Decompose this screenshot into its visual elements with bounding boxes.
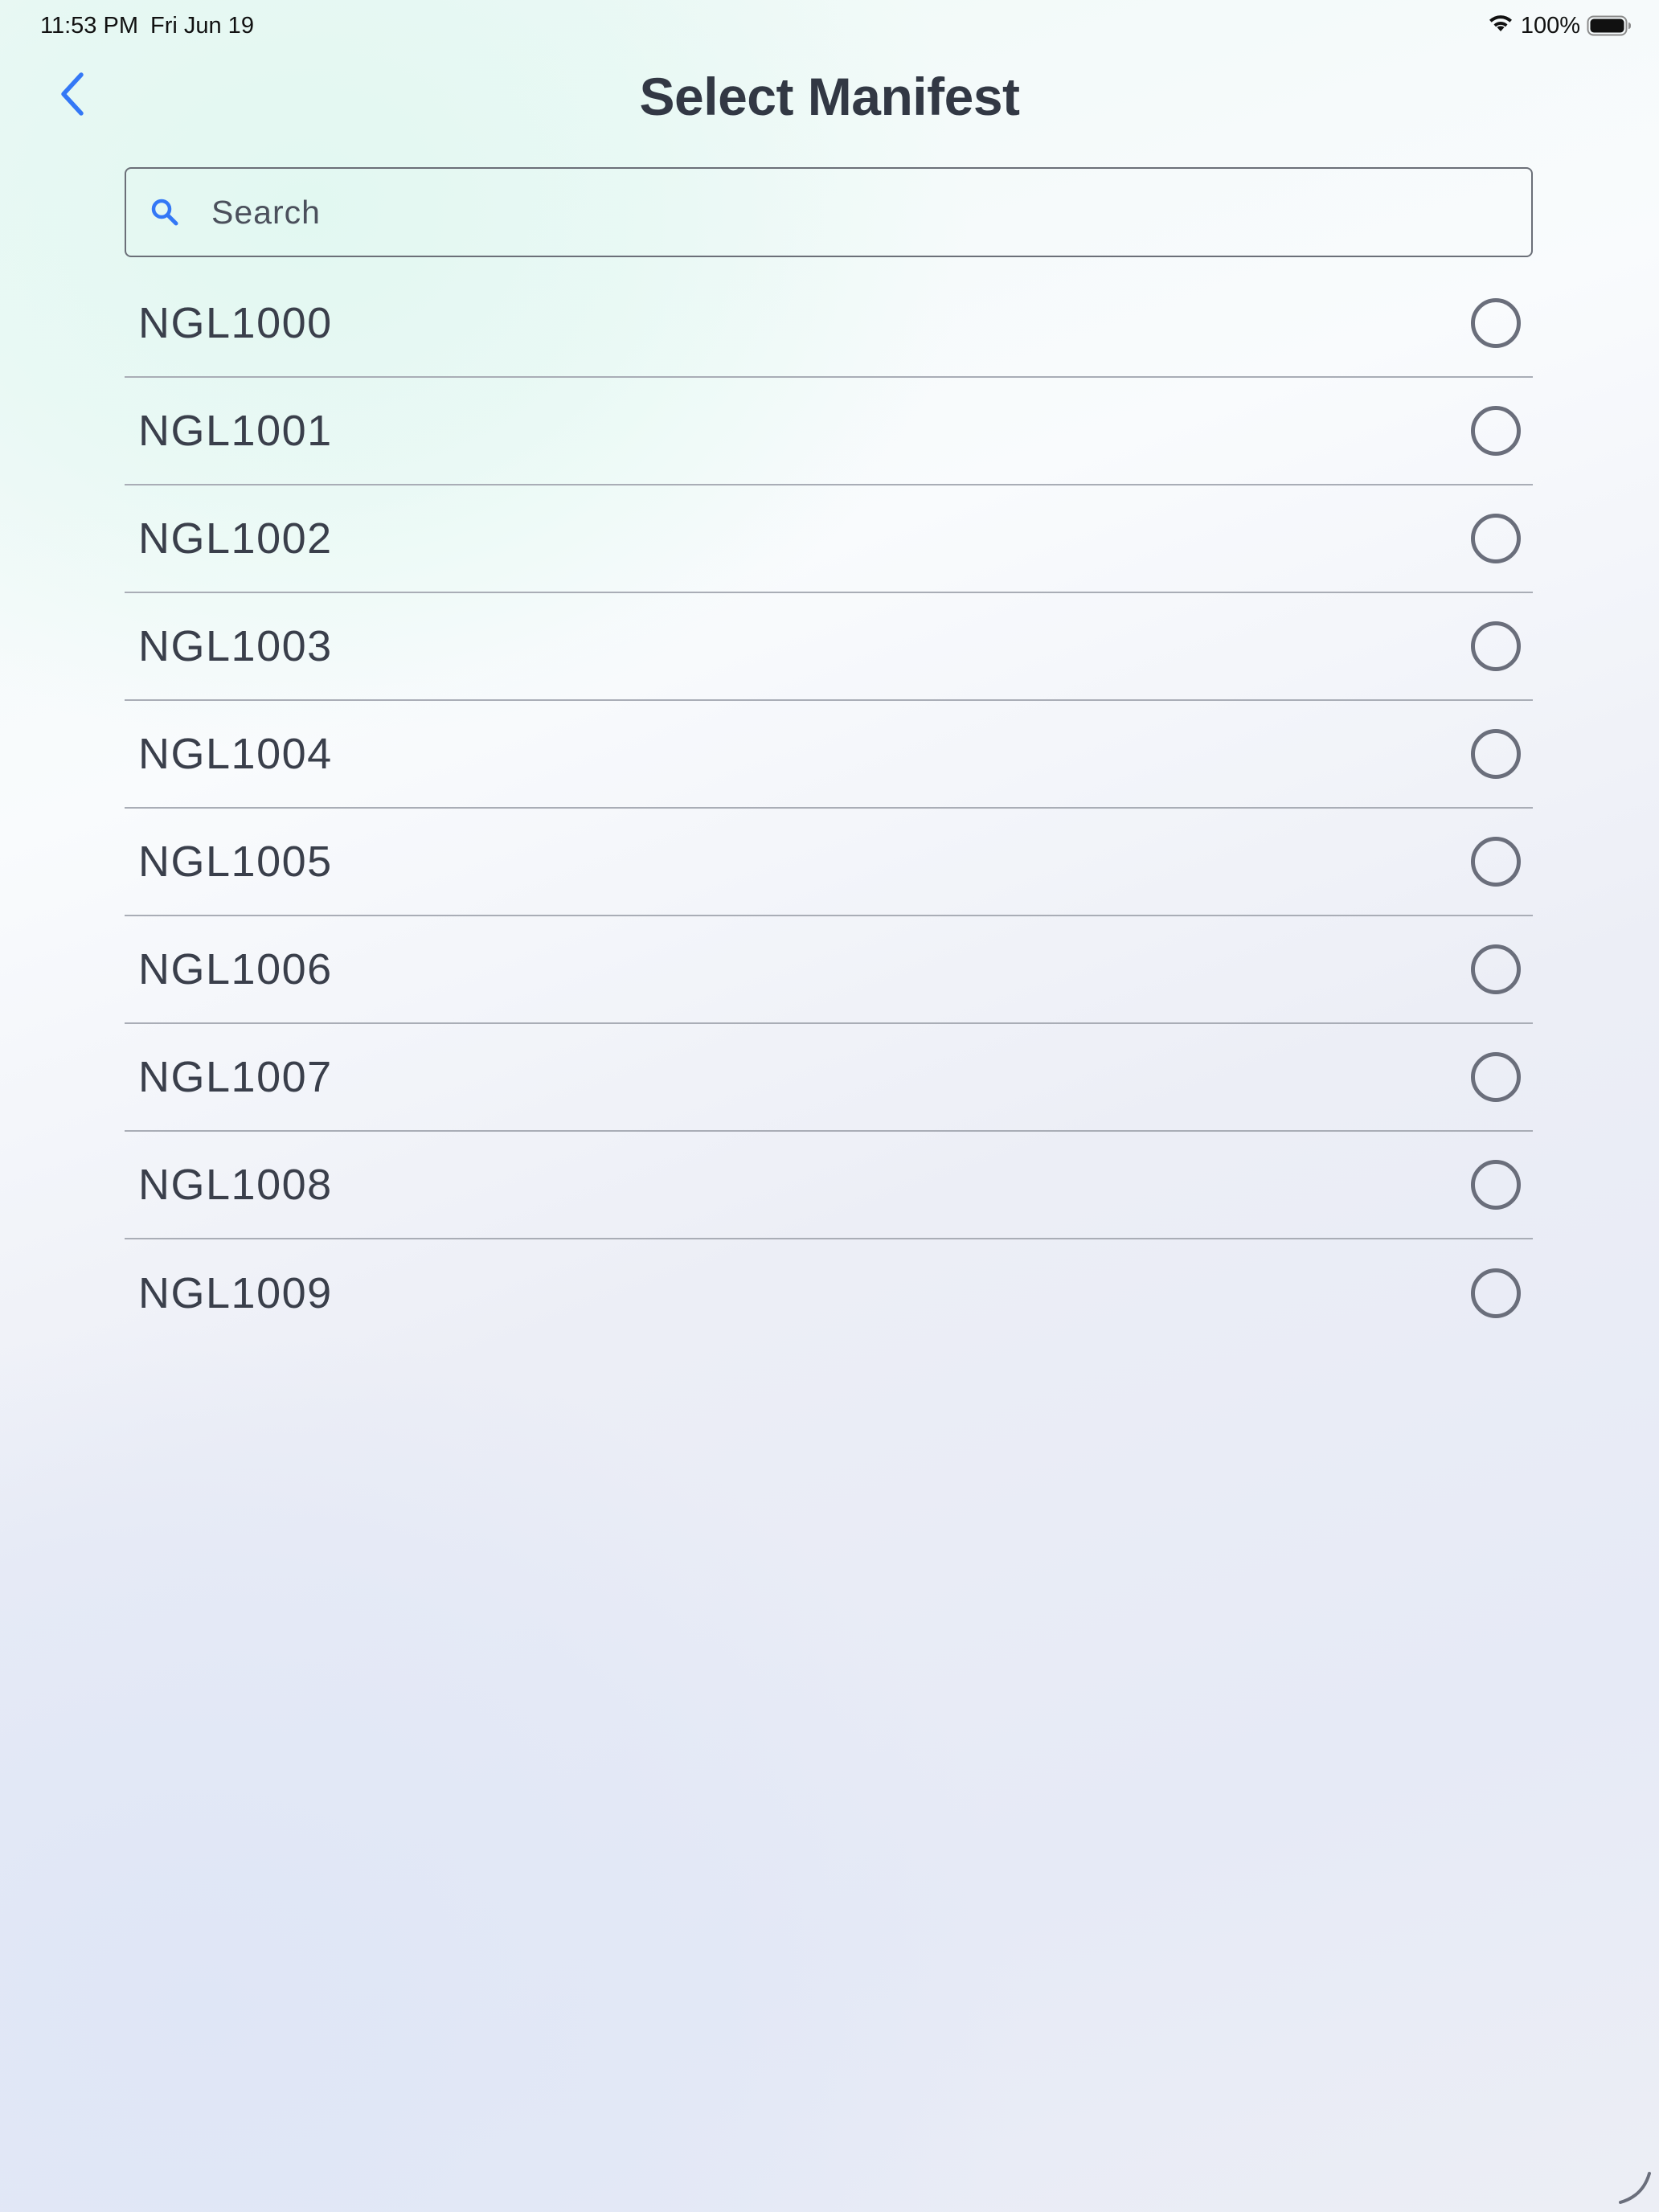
page-title: Select Manifest	[639, 67, 1021, 126]
manifest-label: NGL1001	[138, 407, 333, 455]
manifest-row-ngl1001[interactable]: NGL1001	[125, 378, 1533, 485]
status-bar: 11:53 PM Fri Jun 19 100%	[0, 0, 1659, 51]
manifest-row-ngl1000[interactable]: NGL1000	[125, 270, 1533, 378]
search-input[interactable]	[210, 192, 1507, 232]
battery-icon	[1587, 15, 1632, 36]
manifest-row-ngl1008[interactable]: NGL1008	[125, 1132, 1533, 1239]
manifest-label: NGL1002	[138, 514, 333, 563]
manifest-label: NGL1005	[138, 838, 333, 886]
status-date: Fri Jun 19	[150, 13, 254, 39]
manifest-row-ngl1005[interactable]: NGL1005	[125, 809, 1533, 916]
manifest-label: NGL1004	[138, 730, 333, 778]
radio-button[interactable]	[1471, 621, 1521, 671]
status-time: 11:53 PM	[40, 13, 138, 39]
manifest-label: NGL1006	[138, 945, 333, 993]
manifest-row-ngl1006[interactable]: NGL1006	[125, 916, 1533, 1024]
battery-percentage: 100%	[1520, 13, 1580, 39]
corner-handle-icon[interactable]	[1616, 2169, 1653, 2206]
radio-button[interactable]	[1471, 1160, 1521, 1210]
radio-button[interactable]	[1471, 298, 1521, 348]
manifest-label: NGL1009	[138, 1269, 333, 1317]
manifest-label: NGL1007	[138, 1053, 333, 1101]
search-bar[interactable]	[125, 167, 1533, 257]
manifest-list: NGL1000 NGL1001 NGL1002 NGL1003 NGL1004 …	[125, 270, 1533, 1347]
manifest-label: NGL1008	[138, 1161, 333, 1209]
radio-button[interactable]	[1471, 1268, 1521, 1318]
manifest-row-ngl1007[interactable]: NGL1007	[125, 1024, 1533, 1132]
radio-button[interactable]	[1471, 1052, 1521, 1102]
radio-button[interactable]	[1471, 729, 1521, 779]
manifest-row-ngl1002[interactable]: NGL1002	[125, 485, 1533, 593]
search-icon	[150, 198, 179, 227]
radio-button[interactable]	[1471, 837, 1521, 887]
status-indicators: 100%	[1487, 11, 1632, 40]
wifi-icon	[1487, 14, 1514, 39]
manifest-row-ngl1009[interactable]: NGL1009	[125, 1239, 1533, 1347]
radio-button[interactable]	[1471, 514, 1521, 563]
manifest-row-ngl1003[interactable]: NGL1003	[125, 593, 1533, 701]
radio-button[interactable]	[1471, 944, 1521, 994]
manifest-label: NGL1000	[138, 299, 333, 347]
manifest-label: NGL1003	[138, 622, 333, 670]
radio-button[interactable]	[1471, 406, 1521, 456]
manifest-row-ngl1004[interactable]: NGL1004	[125, 701, 1533, 809]
